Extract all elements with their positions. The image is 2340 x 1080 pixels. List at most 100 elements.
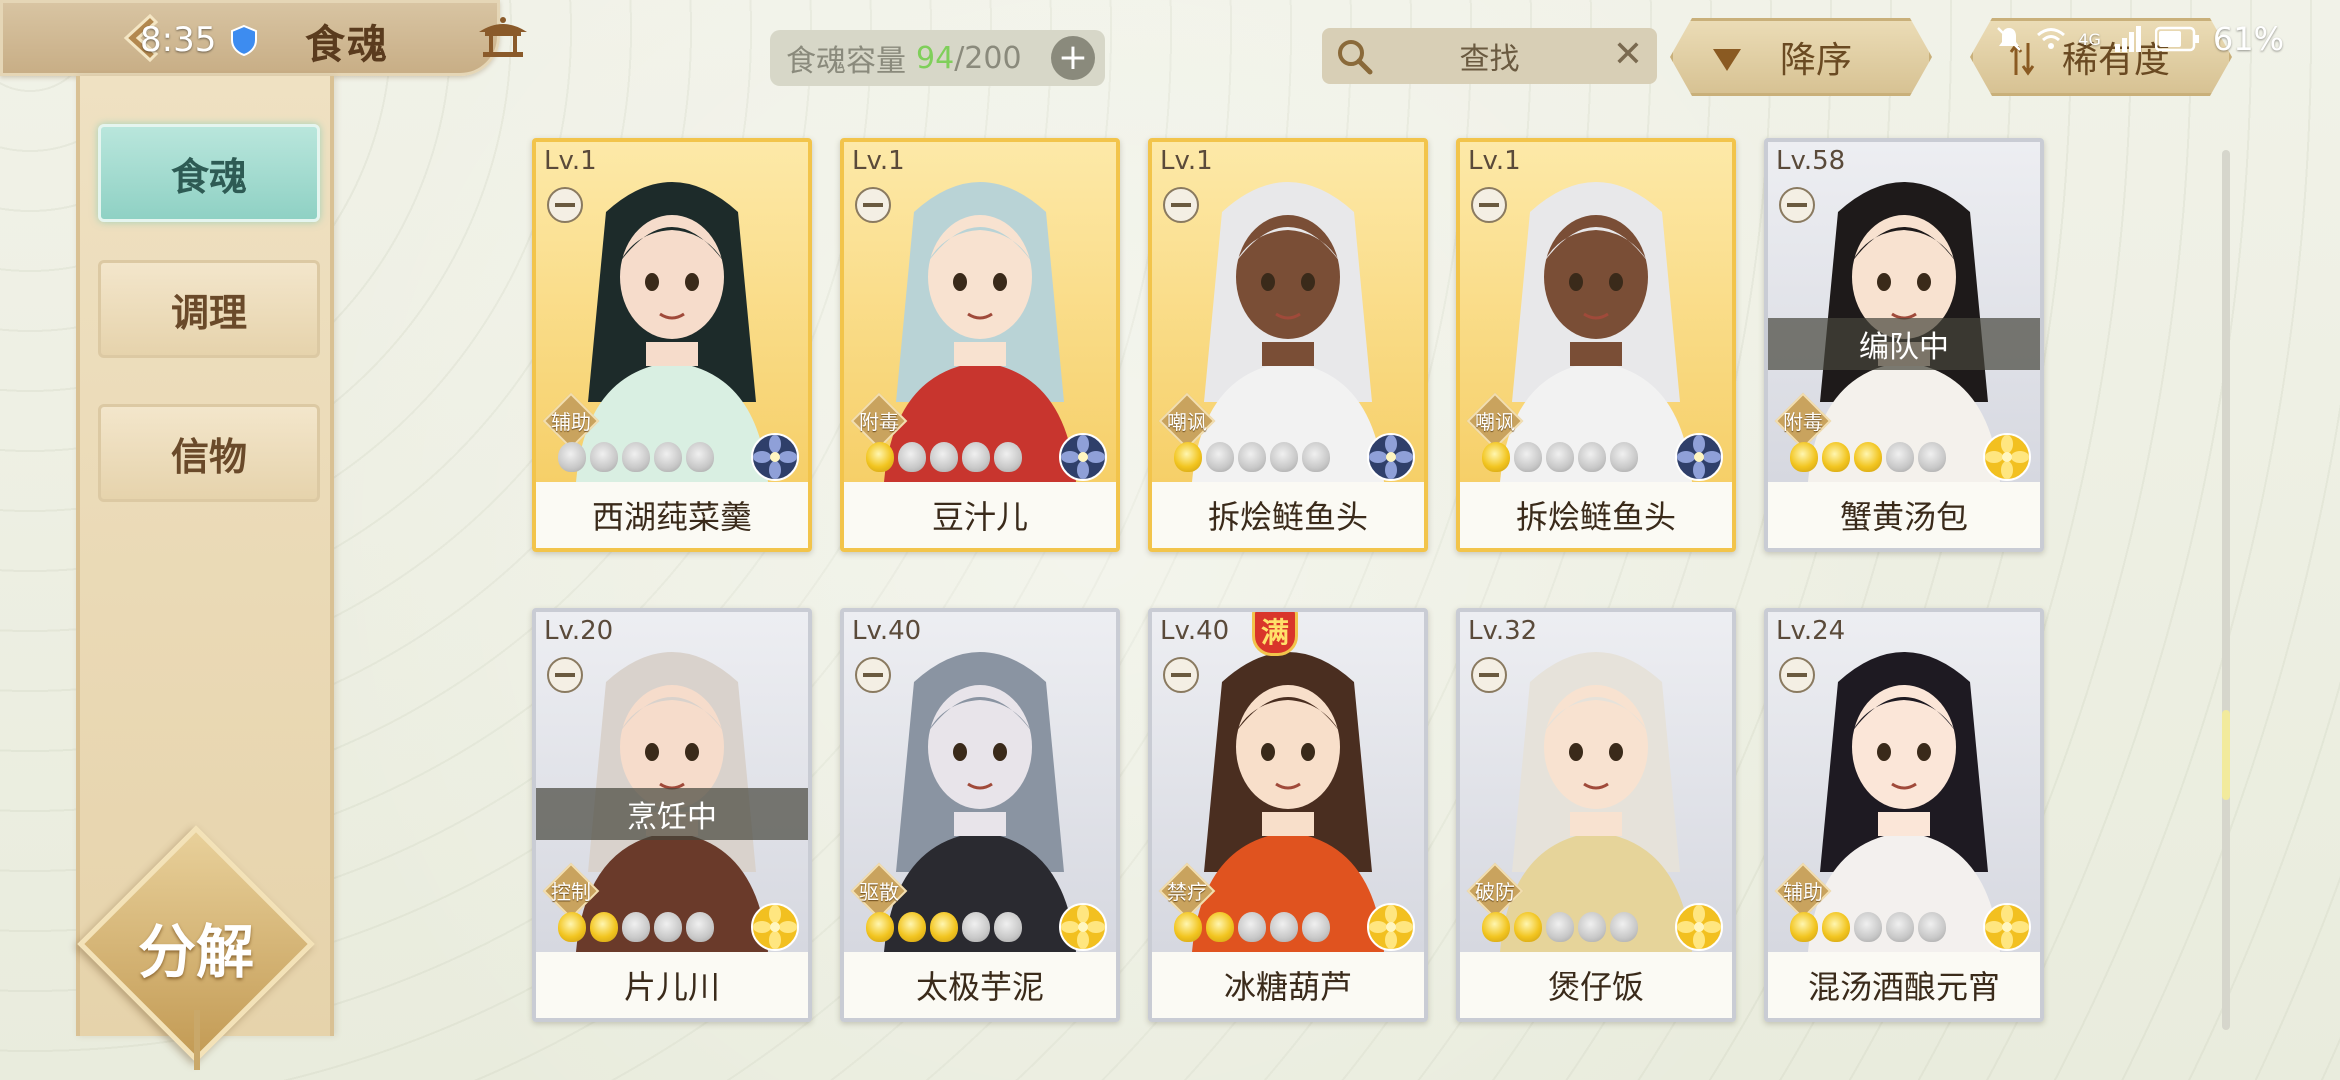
star-icon — [1790, 442, 1818, 472]
status-time: 8:35 — [140, 20, 217, 60]
status-icons: 4G 61% — [1994, 20, 2284, 58]
card-name: 冰糖葫芦 — [1152, 952, 1424, 1018]
star-icon — [930, 442, 958, 472]
tab-conditioning[interactable]: 调理 — [98, 260, 320, 358]
star-rating — [1482, 442, 1638, 476]
star-icon — [1238, 442, 1266, 472]
card-name: 拆烩鲢鱼头 — [1152, 482, 1424, 548]
star-icon — [1610, 912, 1638, 942]
shield-icon — [231, 24, 257, 56]
scrollbar[interactable] — [2222, 150, 2230, 1030]
card-name: 混汤酒酿元宵 — [1768, 952, 2040, 1018]
food-soul-card[interactable]: Lv.1 附毒 豆汁儿 — [840, 138, 1120, 552]
star-icon — [1482, 442, 1510, 472]
level-label: Lv.24 — [1776, 616, 1846, 646]
element-flower-icon — [1675, 433, 1723, 481]
bowl-icon — [855, 187, 891, 223]
star-icon — [1918, 912, 1946, 942]
food-soul-card[interactable]: Lv.20 控制 烹饪中 片儿川 — [532, 608, 812, 1022]
star-icon — [898, 912, 926, 942]
star-icon — [1206, 912, 1234, 942]
star-icon — [1514, 912, 1542, 942]
bowl-icon — [1471, 657, 1507, 693]
star-icon — [962, 912, 990, 942]
card-name: 豆汁儿 — [844, 482, 1116, 548]
star-icon — [1482, 912, 1510, 942]
star-rating — [1790, 912, 1946, 946]
level-label: Lv.40 — [1160, 616, 1230, 646]
capacity-label: 食魂容量 — [786, 44, 906, 79]
star-icon — [686, 442, 714, 472]
level-label: Lv.1 — [1468, 146, 1521, 176]
tab-tokens[interactable]: 信物 — [98, 404, 320, 502]
add-capacity-button[interactable]: + — [1051, 36, 1095, 80]
role-label: 破防 — [1475, 880, 1515, 904]
star-icon — [898, 442, 926, 472]
pavilion-icon[interactable] — [475, 14, 531, 62]
sort-order-button[interactable]: 降序 — [1670, 18, 1932, 96]
scroll-thumb[interactable] — [2222, 710, 2230, 800]
star-icon — [994, 912, 1022, 942]
card-name: 太极芋泥 — [844, 952, 1116, 1018]
star-icon — [1546, 912, 1574, 942]
food-soul-card[interactable]: Lv.1 嘲讽 拆烩鲢鱼头 — [1456, 138, 1736, 552]
star-icon — [622, 912, 650, 942]
tassel-ornament — [194, 1010, 200, 1070]
card-name: 蟹黄汤包 — [1768, 482, 2040, 548]
star-rating — [1174, 912, 1330, 946]
bowl-icon — [547, 657, 583, 693]
star-icon — [866, 442, 894, 472]
capacity-max: /200 — [954, 40, 1022, 76]
element-flower-icon — [1675, 903, 1723, 951]
clear-icon[interactable]: ✕ — [1613, 34, 1643, 75]
star-rating — [866, 442, 1022, 476]
card-name: 拆烩鲢鱼头 — [1460, 482, 1732, 548]
star-icon — [686, 912, 714, 942]
wifi-icon — [2037, 28, 2066, 49]
bowl-icon — [1779, 657, 1815, 693]
role-label: 控制 — [551, 880, 591, 904]
food-soul-card[interactable]: Lv.1 辅助 西湖莼菜羹 — [532, 138, 812, 552]
card-name: 煲仔饭 — [1460, 952, 1732, 1018]
level-label: Lv.1 — [544, 146, 597, 176]
sort-order-label: 降序 — [1779, 40, 1852, 81]
food-soul-card[interactable]: Lv.1 嘲讽 拆烩鲢鱼头 — [1148, 138, 1428, 552]
star-icon — [654, 912, 682, 942]
food-soul-card[interactable]: Lv.32 破防 煲仔饭 — [1456, 608, 1736, 1022]
capacity-current: 94 — [916, 40, 955, 76]
star-icon — [962, 442, 990, 472]
decompose-label: 分解 — [137, 918, 254, 986]
element-flower-icon — [1983, 433, 2031, 481]
max-level-badge: 满 — [1252, 612, 1298, 656]
search-input[interactable]: 查找 ✕ — [1322, 28, 1657, 84]
tab-food-souls[interactable]: 食魂 — [98, 124, 320, 222]
star-icon — [1822, 912, 1850, 942]
star-icon — [622, 442, 650, 472]
star-icon — [1578, 442, 1606, 472]
element-flower-icon — [751, 433, 799, 481]
role-label: 附毒 — [859, 410, 899, 434]
star-rating — [558, 442, 714, 476]
food-soul-card[interactable]: Lv.58 附毒 编队中 蟹黄汤包 — [1764, 138, 2044, 552]
role-label: 嘲讽 — [1475, 410, 1515, 434]
element-flower-icon — [1059, 903, 1107, 951]
food-soul-card[interactable]: Lv.40 驱散 太极芋泥 — [840, 608, 1120, 1022]
star-icon — [1270, 912, 1298, 942]
bowl-icon — [1779, 187, 1815, 223]
star-rating — [1790, 442, 1946, 476]
star-icon — [1854, 442, 1882, 472]
level-label: Lv.1 — [1160, 146, 1213, 176]
star-icon — [590, 442, 618, 472]
star-icon — [1546, 442, 1574, 472]
element-flower-icon — [1983, 903, 2031, 951]
status-banner: 烹饪中 — [536, 788, 808, 840]
bowl-icon — [1471, 187, 1507, 223]
star-icon — [1270, 442, 1298, 472]
star-icon — [1918, 442, 1946, 472]
star-icon — [590, 912, 618, 942]
network-type: 4G — [2078, 29, 2101, 49]
level-label: Lv.58 — [1776, 146, 1846, 176]
star-icon — [1238, 912, 1266, 942]
food-soul-card[interactable]: Lv.24 辅助 混汤酒酿元宵 — [1764, 608, 2044, 1022]
food-soul-card[interactable]: Lv.40 禁疗 满 冰糖葫芦 — [1148, 608, 1428, 1022]
